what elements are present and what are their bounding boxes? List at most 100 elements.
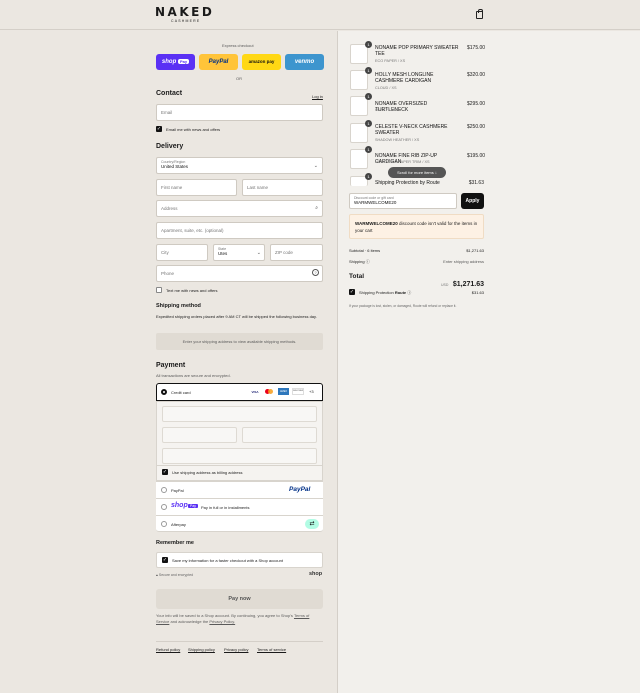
quantity-badge: 1: [365, 93, 372, 100]
paypal-label: PayPal: [171, 488, 184, 493]
discount-warning: WARMWELCOME20 discount code isn't valid …: [349, 214, 484, 239]
secure-text: Secure and encrypted: [158, 573, 194, 577]
state-select[interactable]: State Utes ⌄: [213, 244, 265, 261]
discount-value: WARMWELCOME20: [354, 200, 397, 205]
visa-icon: VISA: [251, 390, 259, 394]
apply-button[interactable]: Apply: [461, 193, 484, 209]
item-price: $320.00: [467, 72, 486, 78]
shop-pay-option[interactable]: shop Pay Pay in full or in installments: [156, 498, 323, 515]
shipping-label-text: Shipping: [349, 259, 365, 264]
shipping-policy-link[interactable]: Shipping policy: [188, 647, 215, 652]
refund-policy-link[interactable]: Refund policy: [156, 647, 180, 652]
item-variant: ECO PAPER / XS: [375, 59, 406, 63]
shipping-protection-checkbox[interactable]: ✓: [349, 289, 355, 295]
paypal-button[interactable]: PayPal: [199, 54, 238, 70]
first-name-field[interactable]: First name: [156, 179, 237, 196]
shop-pay-radio[interactable]: [161, 504, 167, 510]
shopping-bag-icon[interactable]: [476, 9, 483, 19]
scroll-hint-text: Scroll for more items: [397, 170, 434, 175]
login-link[interactable]: Log in: [312, 94, 323, 99]
afterpay-radio[interactable]: [161, 521, 167, 527]
brand-subtitle: CASHMERE: [171, 19, 201, 23]
item-price: $295.00: [467, 101, 486, 107]
terms-of-service-link[interactable]: Terms of service: [257, 647, 286, 652]
shipping-note: Expedited shipping orders placed after 9…: [156, 314, 317, 319]
expiration-field[interactable]: [162, 427, 237, 443]
or-divider: OR: [236, 76, 242, 81]
chevron-down-icon: ⌄: [313, 163, 318, 169]
shipping-value: Enter shipping address: [443, 259, 484, 264]
name-on-card-field[interactable]: [162, 448, 317, 464]
discount-field[interactable]: Discount code or gift card WARMWELCOME20: [349, 193, 457, 209]
shipping-protection-label: Shipping Protection Route ⓘ: [359, 290, 411, 296]
remember-checkbox[interactable]: ✓: [162, 557, 168, 563]
quantity-badge: 1: [365, 67, 372, 74]
shipping-method-heading: Shipping method: [156, 303, 201, 309]
item-price: $250.00: [467, 124, 486, 130]
remember-box: ✓ Save my information for a faster check…: [156, 552, 323, 568]
city-field[interactable]: City: [156, 244, 208, 261]
quantity-badge: 1: [365, 120, 372, 127]
phone-field[interactable]: Phone?: [156, 265, 323, 282]
shop-pay-button[interactable]: shop Pay: [156, 54, 195, 70]
paypal-option[interactable]: PayPal PayPal: [156, 481, 323, 498]
card-number-field[interactable]: [162, 406, 317, 422]
route-logo: Route: [394, 290, 407, 295]
afterpay-option[interactable]: Afterpay ⇄: [156, 515, 323, 532]
shop-logo: shop: [309, 571, 323, 577]
info-icon[interactable]: ⓘ: [407, 290, 411, 295]
total-label: Total: [349, 273, 365, 280]
address-field[interactable]: Address ⌕: [156, 200, 323, 217]
remember-heading: Remember me: [156, 540, 194, 546]
billing-checkbox[interactable]: ✓: [162, 469, 168, 475]
afterpay-icon: ⇄: [305, 519, 319, 529]
remember-label: Save my information for a faster checkou…: [172, 558, 283, 563]
payment-heading: Payment: [156, 362, 186, 369]
privacy-policy-link[interactable]: Privacy policy: [224, 647, 248, 652]
arrow-down-icon: ↓: [434, 170, 437, 175]
protection-note: If your package is lost, stolen, or dama…: [349, 304, 457, 308]
secure-note: 🔒︎ Secure and encrypted: [156, 573, 193, 577]
zip-field[interactable]: ZIP code: [270, 244, 323, 261]
info-icon[interactable]: ⓘ: [366, 259, 370, 264]
shop-pay-logo: shop: [171, 502, 188, 509]
protection-value: $31.63: [471, 290, 484, 295]
payment-subtitle: All transactions are secure and encrypte…: [156, 373, 231, 378]
apartment-field[interactable]: Apartment, suite, etc. (optional): [156, 222, 323, 239]
state-value: Utes: [218, 251, 228, 256]
shipping-row-label: Shipping ⓘ: [349, 259, 370, 265]
mastercard-icon: [264, 389, 274, 395]
credit-card-label: Credit card: [171, 390, 191, 395]
express-checkout-label: Express checkout: [222, 43, 254, 48]
scroll-more-pill[interactable]: Scroll for more items ↓: [388, 167, 446, 178]
text-news-checkbox[interactable]: [156, 287, 162, 293]
credit-card-radio[interactable]: [161, 389, 167, 395]
item-price: $175.00: [467, 45, 486, 51]
item-name: NONAME POP PRIMARY SWEATER TEE: [375, 45, 459, 57]
country-value: United States: [161, 164, 189, 169]
paypal-radio[interactable]: [161, 487, 167, 493]
email-news-checkbox[interactable]: ✓: [156, 126, 162, 132]
currency-code: USD: [441, 283, 449, 287]
total-value: $1,271.63: [452, 281, 484, 288]
venmo-button[interactable]: venmo: [285, 54, 324, 70]
item-price: $195.00: [467, 153, 486, 159]
item-price: $31.63: [468, 180, 484, 186]
subtotal-value: $1,271.63: [466, 248, 484, 253]
warning-code: WARMWELCOME20: [355, 221, 398, 226]
phone-placeholder: Phone: [161, 271, 175, 276]
country-select[interactable]: Country/Region United States ⌄: [156, 157, 323, 174]
help-icon[interactable]: ?: [312, 269, 319, 276]
discover-icon: DISCOVER: [292, 388, 304, 395]
legal-before: Your info will be saved to a Shop accoun…: [156, 613, 293, 618]
email-field[interactable]: Email: [156, 104, 323, 121]
credit-card-option[interactable]: Credit card VISA AMEX DISCOVER +3: [156, 383, 323, 401]
footer-divider: [156, 641, 323, 642]
shop-pay-text: Pay in full or in installments: [201, 505, 250, 510]
last-name-field[interactable]: Last name: [242, 179, 323, 196]
pay-now-button[interactable]: Pay now: [156, 589, 323, 609]
amazon-pay-button[interactable]: amazon pay: [242, 54, 281, 70]
security-code-field[interactable]: [242, 427, 317, 443]
brand-logo[interactable]: NAKED: [155, 5, 214, 19]
privacy-link[interactable]: Privacy Policy.: [209, 619, 235, 624]
